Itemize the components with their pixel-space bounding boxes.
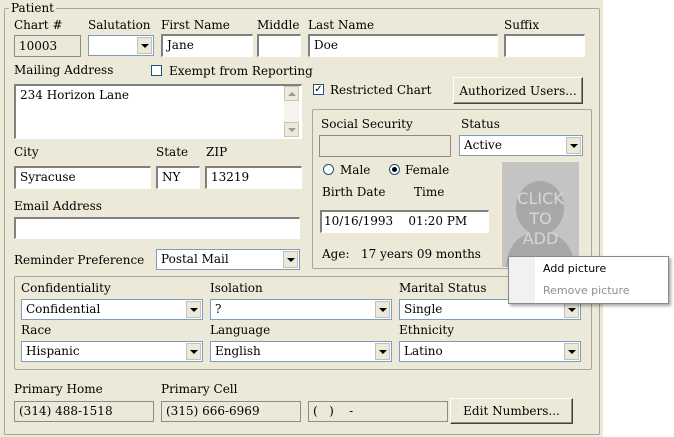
isolation-value: ? [215, 302, 222, 316]
suffix-label: Suffix [504, 18, 540, 32]
race-label: Race [21, 323, 52, 337]
primary-home-label: Primary Home [14, 382, 103, 396]
sex-male-radio[interactable] [323, 164, 334, 175]
photo-placeholder-text: CLICK TO ADD [502, 189, 579, 249]
marital-status-value: Single [404, 302, 443, 316]
primary-home-phone: (314) 488-1518 [14, 401, 154, 422]
chart-number-field: 10003 [14, 35, 81, 57]
birth-datetime-field[interactable]: 10/16/1993 01:20 PM [320, 210, 489, 233]
state-label: State [156, 145, 189, 159]
suffix-field[interactable] [504, 34, 585, 57]
reminder-preference-select[interactable]: Postal Mail [156, 249, 300, 270]
chevron-down-icon [378, 349, 387, 354]
race-select[interactable]: Hispanic [21, 341, 203, 362]
ethnicity-dropdown-arrow[interactable] [564, 343, 579, 360]
reminder-preference-value: Postal Mail [161, 252, 229, 266]
city-label: City [14, 145, 39, 159]
chevron-down-icon [189, 307, 198, 312]
authorized-users-button[interactable]: Authorized Users... [453, 77, 583, 104]
first-name-field[interactable]: Jane [161, 34, 253, 57]
language-dropdown-arrow[interactable] [375, 343, 390, 360]
isolation-label: Isolation [210, 281, 263, 295]
scroll-up-button[interactable] [284, 86, 299, 101]
reminder-dropdown-arrow[interactable] [283, 251, 298, 268]
chevron-down-icon [567, 307, 576, 312]
chevron-down-icon [567, 349, 576, 354]
edit-numbers-button[interactable]: Edit Numbers... [450, 398, 573, 424]
age-label: Age: [322, 247, 350, 261]
language-select[interactable]: English [210, 341, 392, 362]
sex-female-label: Female [405, 163, 450, 177]
mailing-address-value: 234 Horizon Lane [20, 88, 130, 102]
photo-text-line: TO [529, 209, 552, 228]
email-label: Email Address [14, 199, 102, 213]
birth-time-label: Time [414, 185, 445, 199]
confidentiality-select[interactable]: Confidential [21, 299, 203, 320]
first-name-label: First Name [161, 18, 230, 32]
birth-date-label: Birth Date [322, 185, 386, 199]
language-label: Language [210, 323, 271, 337]
language-value: English [215, 344, 261, 358]
ethnicity-select[interactable]: Latino [399, 341, 581, 362]
race-dropdown-arrow[interactable] [186, 343, 201, 360]
status-select[interactable]: Active [459, 135, 583, 156]
scroll-down-button[interactable] [284, 122, 299, 137]
photo-text-line: ADD [522, 229, 559, 248]
chevron-down-icon [286, 257, 295, 262]
middle-name-label: Middle [257, 18, 300, 32]
restricted-chart-label: Restricted Chart [330, 83, 432, 97]
remove-picture-menu-item[interactable]: Remove picture [509, 280, 668, 302]
state-field[interactable]: NY [156, 166, 200, 189]
add-picture-menu-item[interactable]: Add picture [509, 258, 668, 280]
patient-group-legend: Patient [9, 1, 57, 15]
scroll-up-icon [287, 91, 296, 96]
city-field[interactable]: Syracuse [14, 166, 151, 189]
mailing-address-label: Mailing Address [14, 63, 114, 77]
zip-label: ZIP [206, 145, 228, 159]
age-value: 17 years 09 months [361, 247, 481, 261]
salutation-dropdown-arrow[interactable] [137, 37, 152, 54]
exempt-reporting-label: Exempt from Reporting [169, 64, 313, 78]
zip-field[interactable]: 13219 [205, 166, 302, 189]
isolation-select[interactable]: ? [210, 299, 392, 320]
isolation-dropdown-arrow[interactable] [375, 301, 390, 318]
salutation-select[interactable] [88, 35, 154, 56]
photo-context-menu: Add picture Remove picture [508, 256, 669, 304]
chevron-down-icon [378, 307, 387, 312]
sex-female-radio[interactable] [389, 164, 400, 175]
reminder-preference-label: Reminder Preference [14, 253, 145, 267]
status-dropdown-arrow[interactable] [566, 137, 581, 154]
other-phone: ( ) - [308, 401, 448, 422]
status-label: Status [461, 117, 500, 131]
chevron-down-icon [189, 349, 198, 354]
mailing-address-textarea[interactable]: 234 Horizon Lane [14, 84, 302, 139]
primary-cell-phone: (315) 666-6969 [161, 401, 301, 422]
confidentiality-label: Confidentiality [21, 281, 111, 295]
status-value: Active [464, 138, 502, 152]
salutation-label: Salutation [88, 18, 151, 32]
address-scrollbar[interactable] [284, 86, 299, 137]
social-security-label: Social Security [321, 117, 413, 131]
ethnicity-label: Ethnicity [399, 323, 455, 337]
patient-photo[interactable]: CLICK TO ADD [502, 162, 579, 267]
last-name-field[interactable]: Doe [308, 34, 498, 57]
sex-male-label: Male [340, 163, 371, 177]
exempt-reporting-checkbox[interactable] [151, 65, 162, 76]
social-security-field [319, 135, 451, 157]
email-field[interactable] [14, 217, 300, 239]
chevron-down-icon [569, 143, 578, 148]
chevron-down-icon [140, 43, 149, 48]
primary-cell-label: Primary Cell [161, 382, 238, 396]
ethnicity-value: Latino [404, 344, 443, 358]
middle-name-field[interactable] [257, 34, 301, 57]
last-name-label: Last Name [308, 18, 375, 32]
chart-number-label: Chart # [14, 18, 63, 32]
photo-text-line: CLICK [517, 189, 564, 208]
marital-status-label: Marital Status [399, 281, 487, 295]
confidentiality-dropdown-arrow[interactable] [186, 301, 201, 318]
confidentiality-value: Confidential [26, 302, 101, 316]
race-value: Hispanic [26, 344, 80, 358]
restricted-chart-checkbox[interactable]: ✓ [313, 84, 324, 95]
scroll-down-icon [287, 127, 296, 132]
